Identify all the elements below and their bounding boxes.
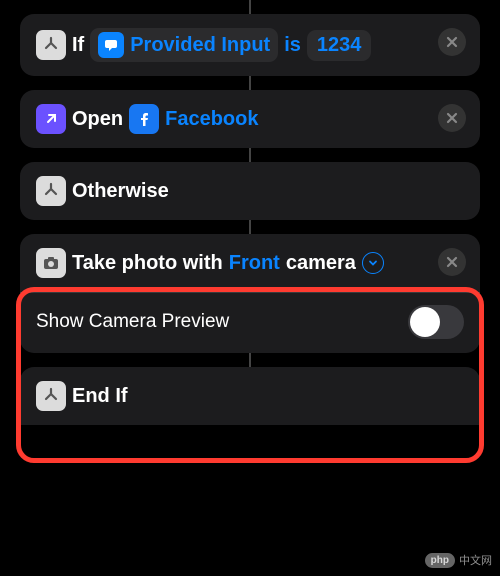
watermark: php 中文网 — [425, 552, 492, 568]
close-icon[interactable] — [438, 28, 466, 56]
camera-preview-toggle[interactable] — [408, 305, 464, 339]
connector — [20, 0, 480, 14]
provided-input-token[interactable]: Provided Input — [90, 28, 278, 62]
connector — [20, 148, 480, 162]
connector — [20, 220, 480, 234]
camera-preview-label: Show Camera Preview — [36, 311, 229, 333]
open-icon — [36, 104, 66, 134]
message-icon — [98, 32, 124, 58]
otherwise-card[interactable]: Otherwise — [20, 162, 480, 220]
otherwise-label: Otherwise — [72, 180, 169, 203]
close-icon[interactable] — [438, 248, 466, 276]
camera-icon — [36, 248, 66, 278]
branch-icon — [36, 381, 66, 411]
facebook-icon — [129, 104, 159, 134]
app-token[interactable]: Facebook — [129, 104, 258, 134]
close-icon[interactable] — [438, 104, 466, 132]
end-if-card[interactable]: End If — [20, 367, 480, 425]
if-label: If — [72, 34, 84, 57]
connector — [20, 76, 480, 90]
if-card[interactable]: If Provided Input is 1234 — [20, 14, 480, 76]
camera-token[interactable]: Front — [229, 252, 280, 275]
end-if-label: End If — [72, 385, 128, 408]
value-token[interactable]: 1234 — [307, 30, 372, 61]
open-label: Open — [72, 108, 123, 131]
take-photo-prefix: Take photo with — [72, 252, 223, 275]
take-photo-suffix: camera — [286, 252, 356, 275]
expand-icon[interactable] — [362, 252, 384, 274]
take-photo-card[interactable]: Take photo with Front camera Show Camera… — [20, 234, 480, 353]
open-app-card[interactable]: Open Facebook — [20, 90, 480, 148]
branch-icon — [36, 176, 66, 206]
connector — [20, 353, 480, 367]
branch-icon — [36, 30, 66, 60]
condition-label[interactable]: is — [284, 34, 301, 57]
